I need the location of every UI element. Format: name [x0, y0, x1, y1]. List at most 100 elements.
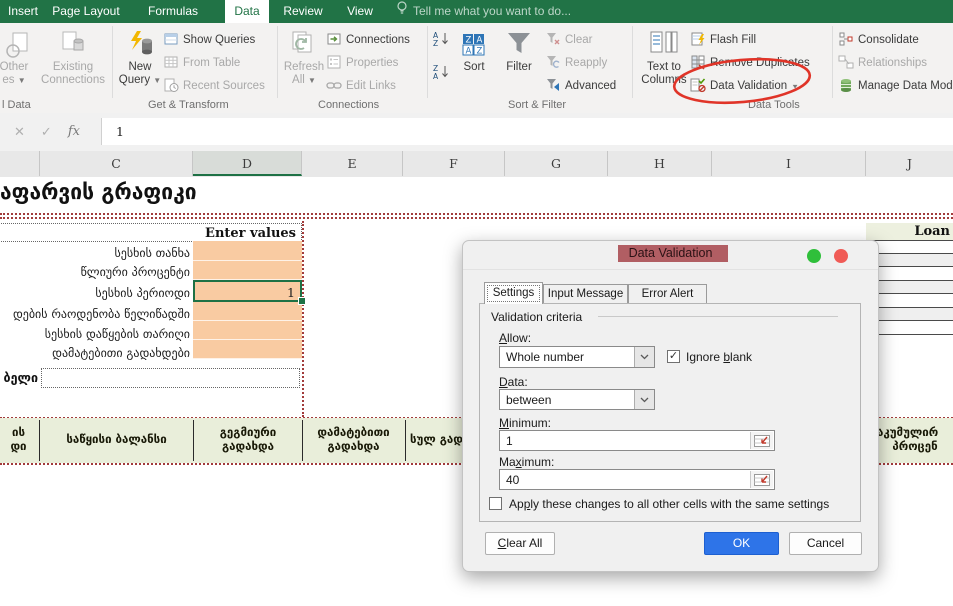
cancel-button[interactable]: Cancel	[789, 532, 862, 555]
apply-to-all-label[interactable]: Apply these changes to all other cells w…	[509, 497, 829, 511]
row-label-start-date: სესხის დაწყების თარიღი	[0, 327, 190, 341]
selected-cell-loan-period[interactable]: 1	[193, 280, 302, 302]
insert-function-icon[interactable]: fx	[68, 124, 80, 139]
input-cell-extra-payments[interactable]	[193, 340, 302, 359]
page-break-line	[0, 213, 953, 215]
existing-connections-button[interactable]: Existing Connections	[38, 26, 108, 87]
formula-bar: ✕ ✓ fx 1	[0, 113, 953, 152]
column-header-h[interactable]: H	[608, 151, 712, 176]
column-header-b[interactable]	[0, 151, 40, 176]
relationships-button[interactable]: Relationships	[838, 53, 927, 73]
sort-descending-button[interactable]: ZA	[432, 63, 452, 83]
filter-icon	[504, 26, 534, 59]
borrower-input-box[interactable]	[41, 368, 300, 388]
input-cell-annual-rate[interactable]	[193, 261, 302, 280]
column-header-d[interactable]: D	[193, 151, 302, 176]
row-label-loan-period: სესხის პერიოდი	[0, 286, 190, 300]
tell-me-box[interactable]: Tell me what you want to do...	[396, 0, 571, 23]
sort-button[interactable]: ZAAZ Sort	[454, 26, 494, 74]
data-validation-button[interactable]: Data Validation ▼	[690, 76, 799, 96]
minimum-value: 1	[506, 434, 513, 448]
allow-value: Whole number	[506, 350, 584, 364]
minimum-input[interactable]: 1	[499, 430, 775, 451]
allow-label: Allow:	[499, 331, 531, 345]
formula-input[interactable]: 1	[101, 118, 953, 145]
reapply-button[interactable]: Reapply	[545, 53, 607, 73]
consolidate-button[interactable]: Consolidate	[838, 30, 919, 50]
tab-settings[interactable]: Settings	[484, 282, 543, 304]
allow-dropdown[interactable]: Whole number	[499, 346, 655, 368]
green-dot[interactable]	[807, 249, 821, 263]
existing-connections-icon	[58, 26, 88, 59]
chevron-down-icon[interactable]	[634, 390, 654, 409]
red-dot[interactable]	[834, 249, 848, 263]
input-cell-start-date[interactable]	[193, 321, 302, 340]
tab-review[interactable]: Review	[276, 0, 330, 23]
manage-data-model-button[interactable]: Manage Data Model	[838, 76, 953, 96]
clear-filter-button[interactable]: Clear	[545, 30, 592, 50]
range-picker-icon[interactable]	[750, 471, 773, 488]
svg-text:A: A	[477, 36, 483, 46]
column-header-j[interactable]: J	[866, 151, 953, 176]
new-query-button[interactable]: New Query ▼	[116, 26, 164, 87]
refresh-all-icon	[289, 26, 319, 59]
properties-button[interactable]: Properties	[326, 53, 398, 73]
range-picker-icon[interactable]	[750, 432, 773, 449]
chevron-down-icon[interactable]	[634, 347, 654, 367]
connections-button[interactable]: Connections	[326, 30, 410, 50]
remove-duplicates-button[interactable]: Remove Duplicates	[690, 53, 810, 73]
cancel-entry-icon[interactable]: ✕	[14, 124, 25, 140]
ok-button[interactable]: OK	[704, 532, 779, 555]
validation-criteria-label: Validation criteria	[491, 310, 586, 324]
summary-cell[interactable]	[866, 267, 953, 281]
column-header-g[interactable]: G	[505, 151, 608, 176]
flash-fill-button[interactable]: Flash Fill	[690, 30, 756, 50]
column-header-f[interactable]: F	[403, 151, 505, 176]
tab-view[interactable]: View	[338, 0, 382, 23]
page-break-line-vertical	[302, 221, 304, 417]
summary-cell[interactable]	[866, 254, 953, 267]
data-validation-dropdown-arrow[interactable]: ▼	[791, 82, 799, 89]
from-table-icon	[163, 54, 179, 73]
text-to-columns-button[interactable]: Text to Columns	[640, 26, 688, 87]
tab-input-message[interactable]: Input Message	[543, 284, 628, 304]
ignore-blank-label[interactable]: Ignore blank	[686, 350, 752, 364]
fill-handle[interactable]	[298, 297, 306, 305]
summary-cell[interactable]	[866, 308, 953, 321]
filter-button[interactable]: Filter	[498, 26, 540, 74]
table-header-date: ისდი	[0, 426, 37, 453]
summary-cell[interactable]	[866, 240, 953, 254]
column-header-i[interactable]: I	[712, 151, 866, 176]
group-label-connections: Connections	[318, 99, 379, 111]
advanced-filter-button[interactable]: Advanced	[545, 76, 616, 96]
clear-all-button[interactable]: Clear All	[485, 532, 555, 555]
group-label-external-data: l Data	[2, 99, 31, 111]
show-queries-button[interactable]: Show Queries	[163, 30, 255, 50]
tab-data[interactable]: Data	[225, 0, 269, 23]
sort-ascending-button[interactable]: AZ	[432, 30, 452, 50]
ignore-blank-checkbox[interactable]: ✓	[667, 350, 680, 363]
maximum-input[interactable]: 40	[499, 469, 775, 490]
column-header-e[interactable]: E	[302, 151, 403, 176]
confirm-entry-icon[interactable]: ✓	[41, 124, 52, 140]
apply-to-all-checkbox[interactable]	[489, 497, 502, 510]
tab-insert[interactable]: Insert	[2, 0, 44, 23]
tab-error-alert[interactable]: Error Alert	[628, 284, 707, 304]
summary-cell[interactable]	[866, 281, 953, 294]
summary-cell[interactable]	[866, 321, 953, 335]
table-header-interest: პროცენ	[877, 440, 953, 454]
tab-formulas[interactable]: Formulas	[140, 0, 206, 23]
tab-page-layout[interactable]: Page Layout	[46, 0, 126, 23]
flash-fill-icon	[690, 31, 706, 50]
recent-sources-button[interactable]: Recent Sources	[163, 76, 265, 96]
sheet-title: აფარვის გრაფიკი	[0, 180, 197, 204]
input-cell-payments-per-year[interactable]	[193, 302, 302, 321]
summary-cell[interactable]	[866, 294, 953, 308]
edit-links-button[interactable]: Edit Links	[326, 76, 396, 96]
column-header-c[interactable]: C	[40, 151, 193, 176]
input-cell-loan-amount[interactable]	[193, 241, 302, 261]
ribbon-tab-bar: Insert Page Layout Formulas Data Review …	[0, 0, 953, 23]
data-dropdown[interactable]: between	[499, 389, 655, 410]
from-table-button[interactable]: From Table	[163, 53, 240, 73]
refresh-all-button[interactable]: Refresh All ▼	[281, 26, 327, 87]
